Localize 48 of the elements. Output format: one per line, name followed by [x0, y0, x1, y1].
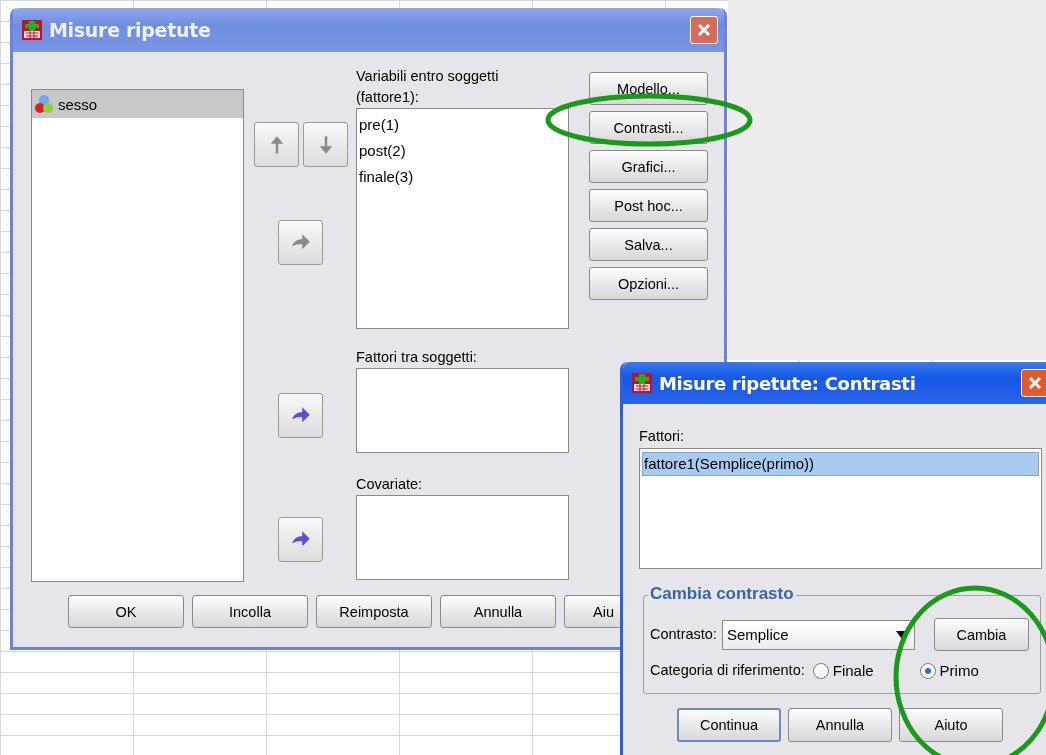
list-item[interactable]: finale(3) — [359, 164, 566, 190]
field-label: Categoria di riferimento: — [650, 661, 805, 680]
app-icon — [631, 372, 653, 394]
dialog-button[interactable]: Continua — [677, 708, 781, 742]
window-title: Misure ripetute — [49, 19, 212, 41]
window-title: Misure ripetute: Contrasti — [659, 372, 917, 394]
dialog-button[interactable]: Incolla — [192, 595, 308, 628]
radio-label: Primo — [939, 662, 979, 679]
radio-label: Finale — [832, 662, 874, 679]
variable-icon — [34, 94, 54, 114]
close-button[interactable] — [690, 16, 718, 44]
dialog-button[interactable]: Aiuto — [899, 708, 1003, 742]
close-icon — [697, 23, 711, 37]
variable-list[interactable]: sesso — [31, 89, 244, 582]
radio-option[interactable]: Primo — [919, 662, 979, 679]
app-icon — [21, 19, 43, 41]
field-label: Fattori tra soggetti: — [356, 348, 478, 367]
list-item[interactable]: fattore1(Semplice(primo)) — [642, 452, 1039, 476]
radio-button[interactable] — [919, 662, 936, 679]
field-label: Variabili entro soggetti (fattore1): — [356, 67, 500, 107]
change-button[interactable]: Cambia — [933, 618, 1029, 651]
arrow-button[interactable] — [278, 517, 323, 562]
dropdown-value: Semplice — [726, 626, 789, 643]
list-item[interactable]: post(2) — [359, 138, 566, 164]
arrow-button[interactable] — [278, 393, 323, 438]
dialog-button[interactable]: Reimposta — [316, 595, 432, 628]
field-label: Contrasto: — [650, 625, 717, 644]
list-item[interactable]: sesso — [32, 90, 243, 118]
within-subjects-list[interactable]: pre(1) post(2) finale(3) — [356, 108, 569, 329]
dialog-button[interactable]: Salva... — [589, 228, 708, 261]
field-label: Fattori: — [639, 427, 686, 446]
contrast-dropdown[interactable]: Semplice — [721, 619, 915, 650]
item-label: sesso — [58, 95, 98, 113]
covariates-list[interactable] — [356, 495, 569, 580]
list-item[interactable]: pre(1) — [359, 112, 566, 138]
dialog-button[interactable]: Opzioni... — [589, 267, 708, 300]
dialog-button[interactable]: Annulla — [440, 595, 556, 628]
close-icon — [1028, 376, 1042, 390]
radio-button[interactable] — [812, 662, 829, 679]
dialog-button[interactable]: Post hoc... — [589, 189, 708, 222]
dialog-button[interactable]: Annulla — [788, 708, 892, 742]
close-button[interactable] — [1021, 369, 1046, 397]
factors-list[interactable]: fattore1(Semplice(primo)) — [639, 448, 1042, 569]
dialog-button[interactable]: Grafici... — [589, 150, 708, 183]
radio-option[interactable]: Finale — [812, 662, 874, 679]
field-label: Covariate: — [356, 475, 424, 494]
between-subjects-list[interactable] — [356, 368, 569, 453]
dialog-button[interactable]: OK — [68, 595, 184, 628]
